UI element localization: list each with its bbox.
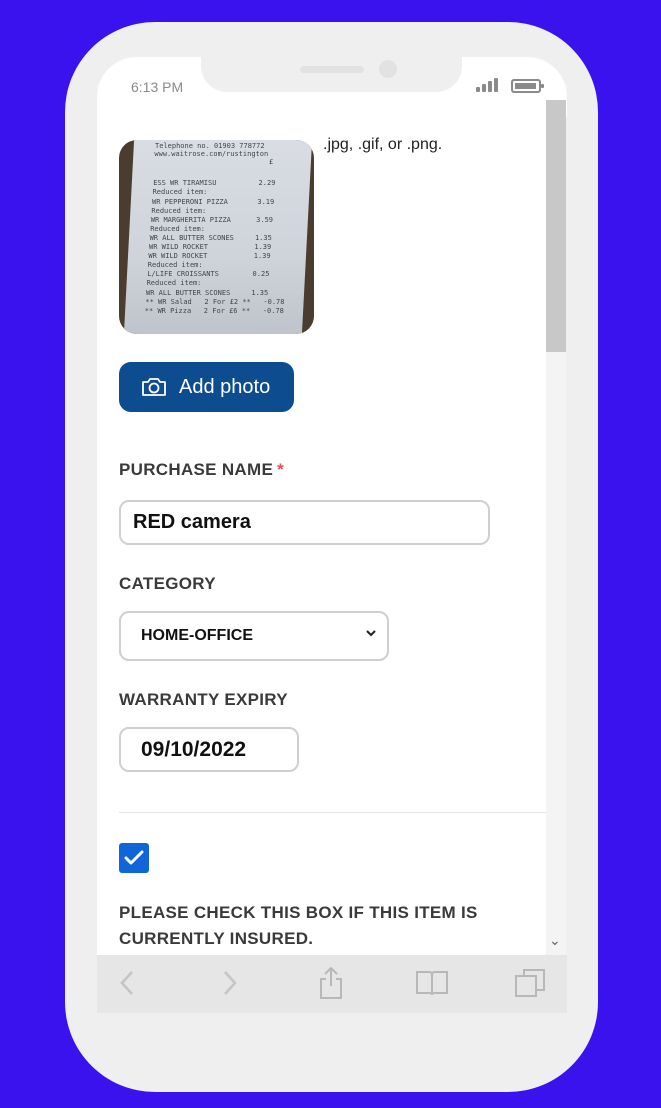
warranty-expiry-value: 09/10/2022 (141, 737, 247, 761)
purchase-name-label: PURCHASE NAME * (119, 460, 284, 480)
divider (119, 812, 546, 813)
receipt-line: Reduced item: (146, 279, 202, 288)
scrollbar-thumb[interactable] (546, 100, 566, 352)
purchase-name-label-text: PURCHASE NAME (119, 460, 274, 479)
page-content[interactable]: Telephone no. 01903 778772 www.waitrose.c… (97, 100, 546, 955)
receipt-line: ** WR Pizza 2 For £6 ** -0.78 (144, 306, 284, 315)
camera-icon (142, 378, 166, 396)
signal-icon (476, 78, 500, 92)
chevron-down-icon (366, 630, 376, 637)
receipt-line: L/LIFE CROISSANTS 0.25 (147, 270, 270, 279)
tabs-icon[interactable] (514, 966, 548, 1000)
required-marker: * (277, 460, 284, 479)
receipt-line: www.waitrose.com/rustington (154, 150, 269, 158)
front-camera (379, 60, 397, 78)
receipt-line: Reduced item: (147, 261, 203, 270)
speaker-grille (300, 66, 364, 73)
insured-checkbox[interactable] (119, 843, 149, 873)
phone-bottom-bezel (97, 1013, 567, 1057)
purchase-name-value: RED camera (133, 511, 251, 533)
receipt-line: WR ALL BUTTER SCONES 1.35 (149, 233, 272, 242)
receipt-line: £ (269, 158, 274, 166)
receipt-line: Telephone no. 01903 778772 (155, 142, 265, 150)
category-label: CATEGORY (119, 574, 216, 593)
receipt-line: WR MARGHERITA PIZZA 3.59 (150, 215, 274, 224)
receipt-line: WR ALL BUTTER SCONES 1.35 (146, 288, 269, 297)
add-photo-button[interactable]: Add photo (119, 362, 294, 412)
purchase-name-input[interactable]: RED camera (119, 500, 490, 545)
receipt-line: Reduced item: (151, 206, 207, 215)
category-value: HOME-OFFICE (141, 627, 253, 644)
category-select[interactable]: HOME-OFFICE (119, 611, 389, 661)
add-photo-label: Add photo (179, 375, 271, 398)
insured-label: PLEASE CHECK THIS BOX IF THIS ITEM IS CU… (119, 903, 478, 948)
checkmark-icon (124, 850, 144, 865)
back-arrow-icon[interactable] (110, 966, 144, 1000)
receipt-line: ESS WR TIRAMISU 2.29 (153, 179, 276, 188)
status-time: 6:13 PM (131, 79, 184, 95)
bookmarks-icon[interactable] (415, 966, 449, 1000)
warranty-expiry-label: WARRANTY EXPIRY (119, 690, 288, 709)
receipt-line: Reduced item: (152, 188, 208, 197)
share-icon[interactable] (314, 966, 348, 1000)
receipt-line: Reduced item: (150, 224, 205, 233)
receipt-line: ** WR Salad 2 For £2 ** -0.78 (145, 297, 285, 306)
receipt-line: WR WILD ROCKET 1.39 (149, 243, 272, 251)
battery-icon (511, 79, 544, 93)
forward-arrow-icon[interactable] (213, 966, 247, 1000)
scroll-down-icon[interactable]: ⌄ (549, 932, 561, 949)
allowed-formats-text: .jpg, .gif, or .png. (323, 136, 443, 153)
receipt-line: WR PEPPERONI PIZZA 3.19 (152, 197, 275, 206)
receipt-photo: Telephone no. 01903 778772 www.waitrose.c… (119, 140, 314, 334)
receipt-line: WR WILD ROCKET 1.39 (148, 252, 271, 261)
warranty-expiry-input[interactable]: 09/10/2022 (119, 727, 299, 772)
